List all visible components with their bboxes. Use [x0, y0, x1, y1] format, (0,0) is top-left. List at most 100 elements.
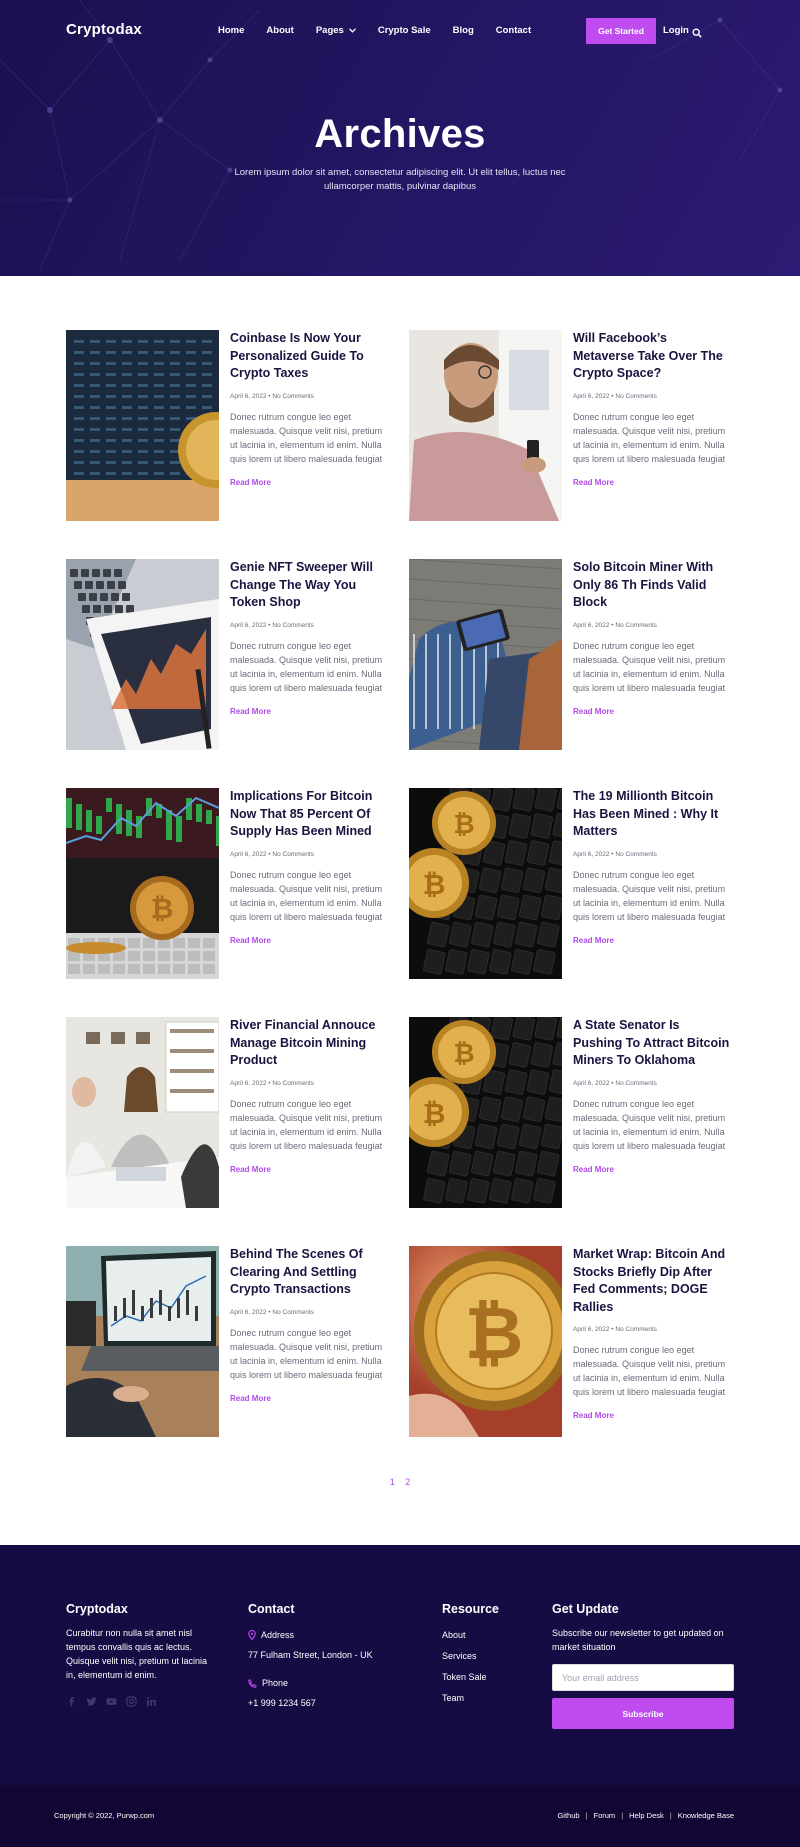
site-logo[interactable]: Cryptodax [66, 21, 142, 38]
read-more-link[interactable]: Read More [230, 1394, 388, 1403]
post-title[interactable]: Behind The Scenes Of Clearing And Settli… [230, 1246, 388, 1299]
read-more-link[interactable]: Read More [230, 936, 388, 945]
post-body: The 19 Millionth Bitcoin Has Been Mined … [573, 788, 731, 945]
post-thumbnail[interactable] [409, 330, 562, 521]
post-meta: April 6, 2022 • No Comments [230, 850, 314, 858]
bottom-links: Github | Forum | Help Desk | Knowledge Base [557, 1811, 734, 1820]
post-thumbnail[interactable]: ₿ [66, 788, 219, 979]
post-excerpt: Donec rutrum congue leo eget malesuada. … [230, 869, 383, 922]
bottom-link-knowledge-base[interactable]: Knowledge Base [678, 1811, 734, 1820]
email-input[interactable]: Your email address [552, 1664, 734, 1691]
post-card: ₿ Implications For Bitcoin Now That 85 P… [66, 788, 386, 980]
read-more-link[interactable]: Read More [573, 707, 731, 716]
instagram-icon[interactable] [126, 1696, 137, 1707]
bottom-link-forum[interactable]: Forum [594, 1811, 616, 1820]
post-thumbnail[interactable]: ₿ [409, 1246, 562, 1437]
post-body: Behind The Scenes Of Clearing And Settli… [230, 1246, 388, 1403]
bottom-link-help-desk[interactable]: Help Desk [629, 1811, 664, 1820]
read-more-link[interactable]: Read More [230, 478, 388, 487]
post-excerpt: Donec rutrum congue leo eget malesuada. … [573, 411, 726, 464]
post-meta: April 6, 2022 • No Comments [573, 1079, 657, 1087]
top-nav: Cryptodax Home About Pages Crypto Sale B… [0, 0, 800, 62]
footer-link-team[interactable]: Team [442, 1691, 542, 1705]
footer-brand[interactable]: Cryptodax [66, 1602, 216, 1616]
phone-value: +1 999 1234 567 [248, 1698, 316, 1708]
facebook-icon[interactable] [66, 1696, 77, 1707]
post-title[interactable]: River Financial Annouce Manage Bitcoin M… [230, 1017, 388, 1070]
post-title[interactable]: The 19 Millionth Bitcoin Has Been Mined … [573, 788, 731, 841]
post-body: A State Senator Is Pushing To Attract Bi… [573, 1017, 731, 1174]
post-title[interactable]: Implications For Bitcoin Now That 85 Per… [230, 788, 388, 841]
post-body: Genie NFT Sweeper Will Change The Way Yo… [230, 559, 388, 716]
post-title[interactable]: Solo Bitcoin Miner With Only 86 Th Finds… [573, 559, 731, 612]
post-thumbnail[interactable] [66, 559, 219, 750]
post-excerpt: Donec rutrum congue leo eget malesuada. … [573, 640, 726, 693]
nav-pages[interactable]: Pages [316, 25, 356, 36]
post-thumbnail[interactable] [66, 1246, 219, 1437]
post-thumbnail[interactable] [66, 330, 219, 521]
page-link-2[interactable]: 2 [405, 1477, 410, 1487]
page-subtitle: Lorem ipsum dolor sit amet, consectetur … [234, 167, 566, 192]
footer-link-token-sale[interactable]: Token Sale [442, 1670, 542, 1684]
post-title[interactable]: Coinbase Is Now Your Personalized Guide … [230, 330, 388, 383]
nav-about[interactable]: About [266, 25, 293, 36]
youtube-icon[interactable] [106, 1696, 117, 1707]
read-more-link[interactable]: Read More [573, 478, 731, 487]
post-card: Coinbase Is Now Your Personalized Guide … [66, 330, 386, 522]
page-link-1[interactable]: 1 [390, 1477, 395, 1487]
post-body: Market Wrap: Bitcoin And Stocks Briefly … [573, 1246, 731, 1420]
main-menu: Home About Pages Crypto Sale Blog Contac… [218, 25, 553, 36]
twitter-icon[interactable] [86, 1696, 97, 1707]
nav-blog[interactable]: Blog [453, 25, 474, 36]
address-label: Address [261, 1630, 295, 1640]
site-footer: Cryptodax Curabitur non nulla sit amet n… [0, 1545, 800, 1785]
post-title[interactable]: Genie NFT Sweeper Will Change The Way Yo… [230, 559, 388, 612]
post-thumbnail[interactable] [409, 559, 562, 750]
search-icon[interactable] [692, 25, 702, 43]
separator: | [669, 1811, 672, 1820]
linkedin-icon[interactable] [146, 1696, 157, 1707]
post-thumbnail[interactable]: ₿ ₿ [409, 788, 562, 979]
post-thumbnail[interactable]: ₿ ₿ [409, 1017, 562, 1208]
post-body: River Financial Annouce Manage Bitcoin M… [230, 1017, 388, 1174]
footer-link-about[interactable]: About [442, 1628, 542, 1642]
post-body: Will Facebook’s Metaverse Take Over The … [573, 330, 731, 487]
post-title[interactable]: Market Wrap: Bitcoin And Stocks Briefly … [573, 1246, 731, 1316]
bottom-link-github[interactable]: Github [557, 1811, 579, 1820]
footer-contact-title: Contact [248, 1602, 295, 1616]
post-card: River Financial Annouce Manage Bitcoin M… [66, 1017, 386, 1209]
login-link[interactable]: Login [663, 25, 689, 36]
post-body: Implications For Bitcoin Now That 85 Per… [230, 788, 388, 945]
post-card: Will Facebook’s Metaverse Take Over The … [409, 330, 729, 522]
post-excerpt: Donec rutrum congue leo eget malesuada. … [573, 1345, 726, 1397]
social-links [66, 1696, 216, 1707]
post-title[interactable]: A State Senator Is Pushing To Attract Bi… [573, 1017, 731, 1070]
post-thumbnail[interactable] [66, 1017, 219, 1208]
nav-contact[interactable]: Contact [496, 25, 531, 36]
read-more-link[interactable]: Read More [573, 1165, 731, 1174]
read-more-link[interactable]: Read More [230, 1165, 388, 1174]
post-meta: April 6, 2022 • No Comments [230, 621, 314, 629]
footer-resource: Resource About Services Token Sale Team [442, 1602, 542, 1705]
post-excerpt: Donec rutrum congue leo eget malesuada. … [230, 411, 383, 464]
post-card: ₿ ₿ The 19 Millionth Bitcoin Has Been Min… [409, 788, 729, 980]
separator: | [621, 1811, 624, 1820]
nav-crypto-sale[interactable]: Crypto Sale [378, 25, 431, 36]
svg-text:₿: ₿ [453, 810, 474, 840]
footer-about: Cryptodax Curabitur non nulla sit amet n… [66, 1602, 216, 1707]
footer-update-title: Get Update [552, 1602, 619, 1616]
location-pin-icon [248, 1630, 256, 1640]
nav-home[interactable]: Home [218, 25, 244, 36]
subscribe-button[interactable]: Subscribe [552, 1698, 734, 1729]
get-started-button[interactable]: Get Started [586, 18, 656, 44]
footer-link-services[interactable]: Services [442, 1649, 542, 1663]
footer-resource-title: Resource [442, 1602, 499, 1616]
post-meta: April 6, 2022 • No Comments [230, 1079, 314, 1087]
post-title[interactable]: Will Facebook’s Metaverse Take Over The … [573, 330, 731, 383]
read-more-link[interactable]: Read More [573, 1411, 731, 1420]
read-more-link[interactable]: Read More [230, 707, 388, 716]
read-more-link[interactable]: Read More [573, 936, 731, 945]
post-excerpt: Donec rutrum congue leo eget malesuada. … [230, 1327, 383, 1380]
address-value: 77 Fulham Street, London - UK [248, 1650, 373, 1660]
svg-text:₿: ₿ [423, 868, 446, 901]
